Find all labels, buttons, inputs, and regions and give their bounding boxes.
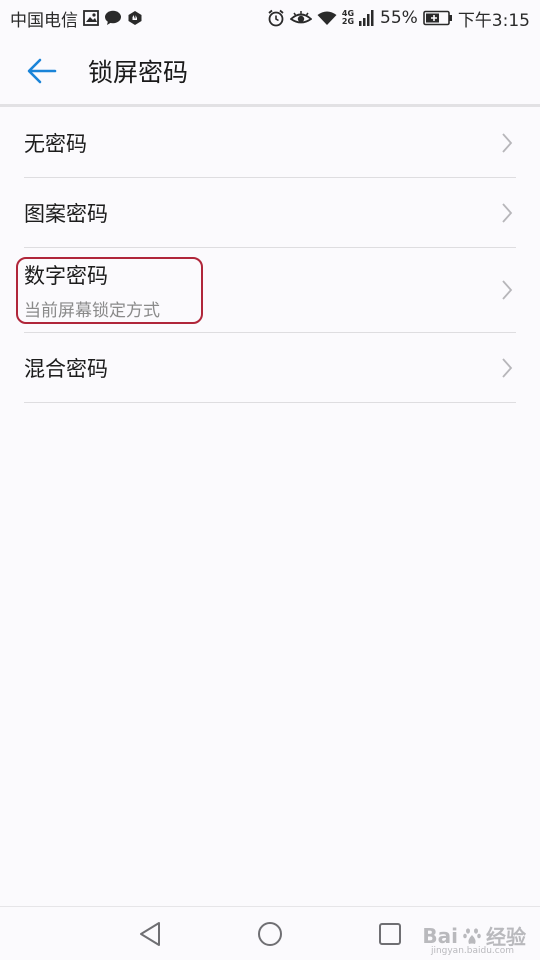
nav-recents-button[interactable]	[360, 909, 420, 959]
option-label: 图案密码	[24, 201, 108, 226]
app-header: 锁屏密码	[0, 36, 540, 106]
nav-back-button[interactable]	[120, 909, 180, 959]
chat-notification-icon	[104, 10, 122, 26]
option-texts: 图案密码	[24, 198, 498, 228]
back-button[interactable]	[20, 49, 64, 93]
lock-options-list: 无密码 图案密码 数字密码 当前屏幕锁定方式 混合密码	[0, 108, 540, 403]
option-no-password[interactable]: 无密码	[24, 108, 516, 178]
option-texts: 数字密码 当前屏幕锁定方式	[24, 260, 498, 321]
system-nav-bar: Bai 经验 jingyan.baidu.com	[0, 906, 540, 960]
chevron-right-icon	[498, 131, 516, 155]
status-left: 中国电信	[10, 6, 143, 31]
chevron-right-icon	[498, 201, 516, 225]
option-mixed-password[interactable]: 混合密码	[24, 333, 516, 403]
option-pattern-password[interactable]: 图案密码	[24, 178, 516, 248]
watermark-site: jingyan.baidu.com	[430, 946, 514, 956]
alarm-icon	[267, 9, 285, 27]
battery-charging-icon	[423, 10, 453, 26]
paw-logo-icon	[463, 927, 481, 944]
watermark-brand: Bai	[422, 923, 458, 948]
carrier-label: 中国电信	[10, 10, 78, 31]
option-label: 无密码	[24, 131, 87, 156]
page-title: 锁屏密码	[88, 58, 189, 87]
nav-home-button[interactable]	[240, 909, 300, 959]
chevron-right-icon	[498, 356, 516, 380]
option-label: 数字密码	[24, 263, 108, 288]
header-divider	[0, 104, 540, 107]
image-notification-icon	[83, 10, 99, 26]
option-texts: 无密码	[24, 128, 498, 158]
square-recents-icon	[379, 922, 401, 945]
signal-icon	[359, 9, 375, 27]
chevron-right-icon	[498, 278, 516, 302]
option-texts: 混合密码	[24, 353, 498, 383]
option-current-method: 当前屏幕锁定方式	[24, 300, 160, 321]
app-notification-icon	[127, 10, 143, 26]
status-bar: 中国电信 4G 2G 55% 下午3:15	[0, 0, 540, 36]
circle-home-icon	[258, 921, 282, 946]
screen: 中国电信 4G 2G 55% 下午3:15 锁屏密码 无密码 图案密码 数字密码…	[0, 0, 540, 960]
option-numeric-password[interactable]: 数字密码 当前屏幕锁定方式	[16, 248, 516, 333]
option-label: 混合密码	[24, 356, 108, 381]
status-right: 4G 2G 55% 下午3:15	[267, 6, 530, 31]
eye-comfort-icon	[289, 10, 312, 26]
wifi-icon	[317, 10, 337, 26]
arrow-left-icon	[27, 58, 57, 84]
triangle-back-icon	[140, 921, 160, 946]
clock: 下午3:15	[457, 10, 530, 31]
network-type-bottom: 2G	[341, 17, 355, 26]
battery-percent: 55%	[380, 8, 418, 28]
network-type: 4G 2G	[342, 10, 354, 26]
